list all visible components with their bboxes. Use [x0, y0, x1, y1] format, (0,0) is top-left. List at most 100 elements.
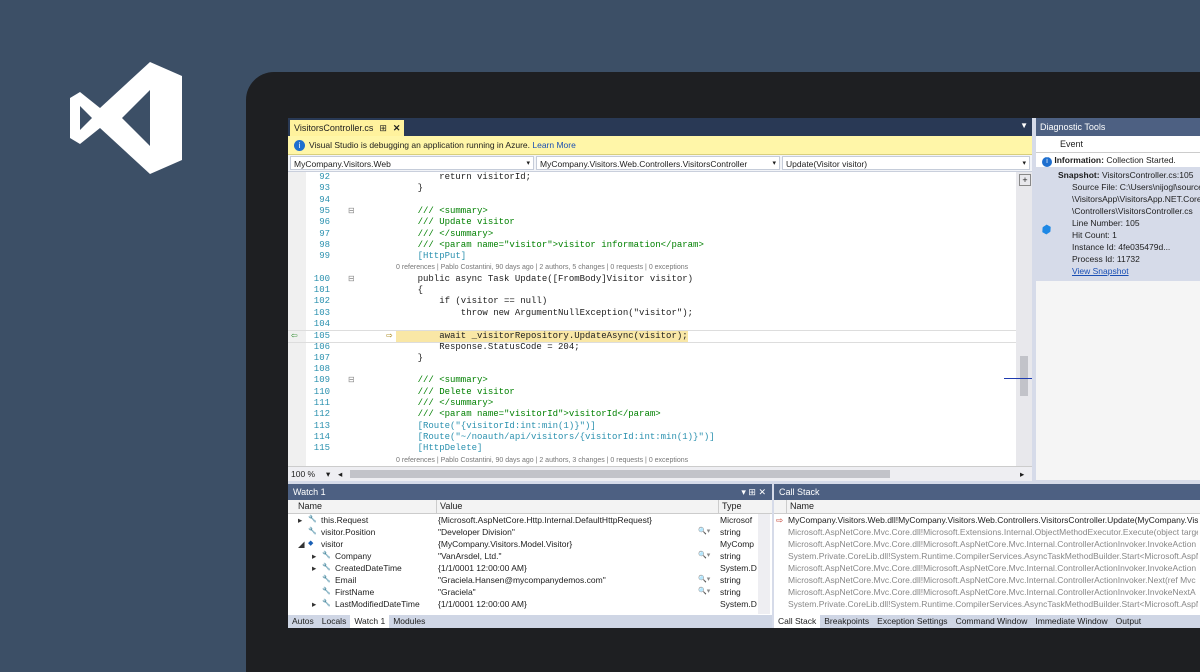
code-line[interactable]: 113 [Route("{visitorId:int:min(1)}")]	[288, 421, 1016, 432]
code-line[interactable]: 92 return visitorId;	[288, 172, 1016, 183]
close-icon[interactable]: ✕	[393, 120, 401, 136]
code-line[interactable]: 100 ⊟ public async Task Update([FromBody]…	[288, 274, 1016, 285]
expand-icon[interactable]: ▸	[312, 598, 320, 610]
horizontal-scrollbar-thumb[interactable]	[350, 470, 890, 478]
line-number: 104	[313, 318, 330, 329]
tab-breakpoints[interactable]: Breakpoints	[820, 615, 873, 628]
call-stack-row[interactable]: System.Private.CoreLib.dll!System.Runtim…	[774, 598, 1200, 610]
event-row-snapshot[interactable]: Snapshot: VisitorsController.cs:105 Sour…	[1036, 167, 1200, 281]
col-value[interactable]: Value	[436, 500, 462, 513]
scroll-right-icon[interactable]: ▸	[1020, 467, 1024, 481]
call-stack-row[interactable]: Microsoft.AspNetCore.Mvc.Core.dll!Micros…	[774, 586, 1200, 598]
code-line[interactable]: 99 [HttpPut]	[288, 251, 1016, 262]
member-dropdown[interactable]: Update(Visitor visitor) ▾	[782, 156, 1030, 170]
col-name[interactable]: Name	[786, 500, 814, 513]
code-line[interactable]: 115 [HttpDelete]	[288, 443, 1016, 454]
code-line[interactable]: 106 Response.StatusCode = 204;	[288, 342, 1016, 353]
code-line[interactable]: 114 [Route("~/noauth/api/visitors/{visit…	[288, 432, 1016, 443]
pin-icon[interactable]: ⊞	[379, 120, 387, 136]
event-column-header[interactable]: Event	[1036, 136, 1200, 153]
magnifier-icon[interactable]: 🔍▾	[698, 526, 718, 538]
code-line[interactable]: 93 }	[288, 183, 1016, 194]
call-stack-row[interactable]: Microsoft.AspNetCore.Mvc.Core.dll!Micros…	[774, 574, 1200, 586]
line-number: 108	[313, 364, 330, 375]
code-editor[interactable]: 92 return visitorId; 93 } 94 95 ⊟ /// <summa…	[288, 172, 1016, 466]
code-line[interactable]: 107 }	[288, 353, 1016, 364]
event-row-information[interactable]: i Information: Collection Started.	[1036, 153, 1200, 167]
col-type[interactable]: Type	[718, 500, 742, 513]
info-icon: i	[1042, 157, 1052, 167]
call-stack-row[interactable]: ⇨ MyCompany.Visitors.Web.dll!MyCompany.Vi…	[774, 514, 1200, 526]
watch-row[interactable]: ◢ ◆ visitor {MyCompany.Visitors.Model.Visit…	[288, 538, 772, 550]
class-dropdown[interactable]: MyCompany.Visitors.Web.Controllers.Visit…	[536, 156, 780, 170]
project-dropdown[interactable]: MyCompany.Visitors.Web ▾	[290, 156, 534, 170]
code-line[interactable]: 95 ⊟ /// <summary>	[288, 206, 1016, 217]
split-icon[interactable]: +	[1019, 174, 1031, 186]
watch-row[interactable]: 🔧 visitor.Position "Developer Division" 🔍▾ s…	[288, 526, 772, 538]
tab-dropdown-icon[interactable]: ▼	[1020, 121, 1028, 130]
fold-icon[interactable]: ⊟	[348, 375, 355, 386]
tab-call-stack[interactable]: Call Stack	[774, 615, 821, 628]
codelens-info[interactable]: 0 references | Pablo Costantini, 90 days…	[396, 455, 688, 466]
expand-icon[interactable]: ▸	[298, 514, 306, 526]
code-line[interactable]: 109 ⊟ /// <summary>	[288, 375, 1016, 386]
code-line[interactable]: 104	[288, 319, 1016, 330]
watch-title-bar: Watch 1 ▾ ⊞ ✕	[288, 484, 772, 500]
fold-icon[interactable]: ⊟	[348, 274, 355, 285]
code-line[interactable]: 112 /// <param name="visitorId">visitorI…	[288, 409, 1016, 420]
expand-icon[interactable]: ▸	[312, 562, 320, 574]
watch-name: FirstName	[335, 587, 375, 597]
tab-output[interactable]: Output	[1112, 615, 1146, 628]
tab-modules[interactable]: Modules	[389, 615, 429, 628]
expand-icon[interactable]: ◢	[298, 538, 306, 550]
tab-visitorscontroller[interactable]: VisitorsController.cs ⊞ ✕	[290, 120, 405, 136]
watch-row[interactable]: ▸ 🔧 Company "VanArsdel, Ltd." 🔍▾ string	[288, 550, 772, 562]
vertical-scrollbar[interactable]: +	[1004, 172, 1032, 466]
codelens-info[interactable]: 0 references | Pablo Costantini, 90 days…	[396, 262, 688, 273]
call-stack-title-bar: Call Stack	[774, 484, 1200, 500]
code-line[interactable]: 0 references | Pablo Costantini, 90 days…	[288, 455, 1016, 466]
code-line[interactable]: 0 references | Pablo Costantini, 90 days…	[288, 262, 1016, 273]
fold-icon[interactable]: ⊟	[348, 206, 355, 217]
view-snapshot-link[interactable]: View Snapshot	[1072, 266, 1129, 276]
call-stack-row[interactable]: System.Private.CoreLib.dll!System.Runtim…	[774, 550, 1200, 562]
tab-watch-1[interactable]: Watch 1	[350, 615, 390, 628]
panel-controls[interactable]: ▾ ⊞ ✕	[741, 484, 766, 500]
watch-row[interactable]: ▸ 🔧 CreatedDateTime {1/1/0001 12:00:00 AM} S…	[288, 562, 772, 574]
call-stack-row[interactable]: Microsoft.AspNetCore.Mvc.Core.dll!Micros…	[774, 526, 1200, 538]
tab-locals[interactable]: Locals	[318, 615, 351, 628]
watch-row[interactable]: ▸ 🔧 LastModifiedDateTime {1/1/0001 12:00:00…	[288, 598, 772, 610]
scrollbar-thumb[interactable]	[1020, 356, 1028, 396]
call-stack-row[interactable]: Microsoft.AspNetCore.Mvc.Core.dll!Micros…	[774, 562, 1200, 574]
code-line[interactable]: 97 /// </summary>	[288, 229, 1016, 240]
watch-scrollbar[interactable]	[758, 514, 770, 614]
watch-row[interactable]: 🔧 Email "Graciela.Hansen@mycompanydemos.co…	[288, 574, 772, 586]
tab-immediate-window[interactable]: Immediate Window	[1031, 615, 1111, 628]
code-line[interactable]: 94	[288, 195, 1016, 206]
code-line[interactable]: 103 throw new ArgumentNullException("vis…	[288, 308, 1016, 319]
code-line[interactable]: 98 /// <param name="visitor">visitor inf…	[288, 240, 1016, 251]
learn-more-link[interactable]: Learn More	[532, 140, 575, 150]
col-name[interactable]: Name	[288, 500, 322, 513]
code-line[interactable]: 102 if (visitor == null)	[288, 296, 1016, 307]
scroll-left-icon[interactable]: ◂	[338, 467, 342, 481]
code-line[interactable]: 108	[288, 364, 1016, 375]
line-number: 109	[313, 375, 330, 386]
code-line[interactable]: 111 /// </summary>	[288, 398, 1016, 409]
code-line[interactable]: 96 /// Update visitor	[288, 217, 1016, 228]
code-line[interactable]: 110 /// Delete visitor	[288, 387, 1016, 398]
chevron-down-icon[interactable]: ▾	[326, 467, 330, 481]
tab-autos[interactable]: Autos	[288, 615, 318, 628]
magnifier-icon[interactable]: 🔍▾	[698, 550, 718, 562]
magnifier-icon[interactable]: 🔍▾	[698, 574, 718, 586]
magnifier-icon[interactable]: 🔍▾	[698, 586, 718, 598]
expand-icon[interactable]: ▸	[312, 550, 320, 562]
tab-command-window[interactable]: Command Window	[952, 615, 1032, 628]
code-line[interactable]: 101 {	[288, 285, 1016, 296]
call-stack-header: Name	[774, 500, 1200, 514]
zoom-level[interactable]: 100 %	[291, 467, 315, 481]
watch-row[interactable]: ▸ 🔧 this.Request {Microsoft.AspNetCore.Http…	[288, 514, 772, 526]
tab-exception-settings[interactable]: Exception Settings	[873, 615, 951, 628]
watch-row[interactable]: 🔧 FirstName "Graciela" 🔍▾ string	[288, 586, 772, 598]
call-stack-row[interactable]: Microsoft.AspNetCore.Mvc.Core.dll!Micros…	[774, 538, 1200, 550]
